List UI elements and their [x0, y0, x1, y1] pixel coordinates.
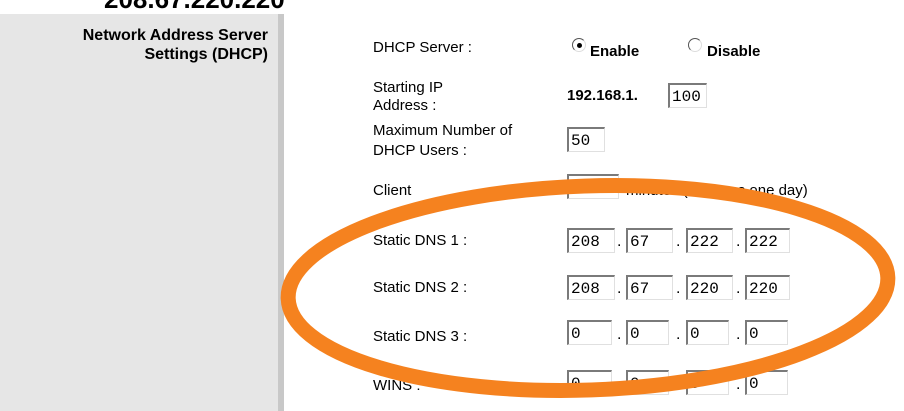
starting-ip-prefix: 192.168.1.	[567, 87, 638, 104]
static-dns3-label: Static DNS 3 :	[373, 328, 468, 345]
wins-octet-3[interactable]: 0	[686, 370, 729, 395]
dns1-octet-1[interactable]: 208	[567, 228, 615, 253]
dns1-octet-4[interactable]: 222	[745, 228, 790, 253]
radio-selected-dot	[577, 43, 582, 48]
wins-octet-1[interactable]: 0	[567, 370, 612, 395]
lease-time-label: Client	[373, 182, 412, 199]
static-dns1-label: Static DNS 1 :	[373, 232, 468, 249]
dot-separator: .	[676, 280, 681, 297]
dhcp-disable-radio[interactable]	[688, 38, 702, 52]
dot-separator: .	[736, 326, 741, 343]
dns2-octet-2[interactable]: 67	[626, 275, 673, 300]
max-users-label-line2: DHCP Users :	[373, 142, 467, 159]
dot-separator: .	[676, 233, 681, 250]
cropped-header-address: 208.67.220.220	[104, 0, 285, 15]
dns1-octet-2[interactable]: 67	[626, 228, 673, 253]
lease-time-input[interactable]: 0	[567, 174, 619, 199]
dot-separator: .	[736, 376, 741, 393]
dns1-octet-3[interactable]: 222	[686, 228, 733, 253]
section-label: Network Address Server Settings (DHCP)	[82, 27, 268, 63]
dhcp-server-label: DHCP Server :	[373, 39, 472, 56]
dhcp-enable-label: Enable	[590, 43, 640, 60]
dns3-octet-3[interactable]: 0	[686, 320, 729, 345]
dot-separator: .	[617, 233, 622, 250]
wins-label: WINS :	[373, 377, 421, 394]
dns3-octet-1[interactable]: 0	[567, 320, 612, 345]
dns2-octet-3[interactable]: 220	[686, 275, 733, 300]
panel-divider	[278, 14, 284, 411]
starting-ip-input[interactable]: 100	[668, 83, 707, 108]
dot-separator: .	[736, 233, 741, 250]
dot-separator: .	[617, 280, 622, 297]
left-label-panel: Network Address Server Settings (DHCP)	[0, 14, 278, 411]
dhcp-disable-label: Disable	[707, 43, 761, 60]
dot-separator: .	[676, 326, 681, 343]
static-dns2-label: Static DNS 2 :	[373, 279, 468, 296]
dhcp-enable-radio[interactable]	[572, 38, 586, 52]
lease-time-suffix: minutes (0 means one day)	[626, 182, 808, 199]
dns2-octet-4[interactable]: 220	[745, 275, 790, 300]
starting-ip-label-line1: Starting IP	[373, 79, 444, 96]
starting-ip-label-line2: Address :	[373, 97, 437, 114]
max-users-label-line1: Maximum Number of	[373, 122, 513, 139]
wins-octet-2[interactable]: 0	[626, 370, 669, 395]
dns2-octet-1[interactable]: 208	[567, 275, 615, 300]
dot-separator: .	[617, 326, 622, 343]
dns3-octet-4[interactable]: 0	[745, 320, 788, 345]
dns3-octet-2[interactable]: 0	[626, 320, 669, 345]
dot-separator: .	[736, 280, 741, 297]
wins-octet-4[interactable]: 0	[745, 370, 788, 395]
max-users-input[interactable]: 50	[567, 127, 605, 152]
